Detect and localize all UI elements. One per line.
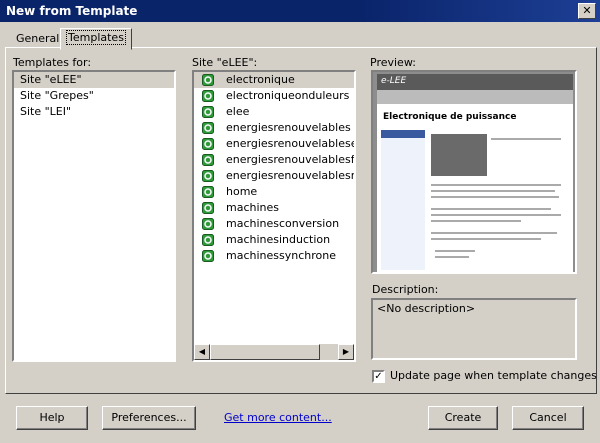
preview-header: e-LEE bbox=[377, 74, 573, 90]
scroll-left-button[interactable]: ◀ bbox=[194, 344, 210, 360]
close-button[interactable]: ✕ bbox=[578, 3, 596, 19]
description-text: <No description> bbox=[377, 302, 476, 315]
templates-for-item[interactable]: Site "eLEE" bbox=[14, 72, 174, 88]
site-template-label: machines bbox=[226, 201, 280, 214]
site-template-label: energiesrenouvelablesenje bbox=[226, 137, 354, 150]
get-more-content-link[interactable]: Get more content... bbox=[224, 411, 332, 424]
preview-text-line bbox=[435, 256, 469, 258]
site-template-label: machinesconversion bbox=[226, 217, 340, 230]
scroll-thumb[interactable] bbox=[210, 344, 320, 360]
help-button[interactable]: Help bbox=[16, 406, 88, 430]
dreamweaver-template-icon bbox=[202, 250, 214, 262]
preview-text-line bbox=[431, 208, 551, 210]
site-template-label: energiesrenouvelablesfilier bbox=[226, 153, 355, 166]
dreamweaver-template-icon bbox=[202, 202, 214, 214]
templates-for-list[interactable]: Site "eLEE" Site "Grepes" Site "LEI" bbox=[12, 70, 176, 362]
site-template-label: elee bbox=[226, 105, 250, 118]
close-icon: ✕ bbox=[582, 4, 592, 17]
checkmark-icon: ✓ bbox=[374, 371, 383, 382]
dreamweaver-template-icon bbox=[202, 106, 214, 118]
dreamweaver-template-icon bbox=[202, 90, 214, 102]
arrow-left-icon: ◀ bbox=[198, 347, 206, 356]
site-template-item[interactable]: machinesconversion bbox=[194, 216, 354, 232]
dreamweaver-template-icon bbox=[202, 138, 214, 150]
title-bar: New from Template ✕ bbox=[0, 0, 600, 22]
preview-logo: e-LEE bbox=[381, 76, 407, 86]
dreamweaver-template-icon bbox=[202, 154, 214, 166]
preview-text-line bbox=[431, 214, 561, 216]
create-button[interactable]: Create bbox=[428, 406, 498, 430]
site-template-item[interactable]: machinesinduction bbox=[194, 232, 354, 248]
preview-navbar bbox=[377, 90, 573, 104]
preview-text-line bbox=[431, 190, 555, 192]
cancel-button[interactable]: Cancel bbox=[512, 406, 584, 430]
site-template-item[interactable]: electroniqueonduleurs bbox=[194, 88, 354, 104]
site-template-item[interactable]: electronique bbox=[194, 72, 354, 88]
site-template-label: machinessynchrone bbox=[226, 249, 336, 262]
site-template-label: energiesrenouvelables bbox=[226, 121, 351, 134]
templates-for-item[interactable]: Site "Grepes" bbox=[14, 88, 174, 104]
update-page-checkbox[interactable]: ✓ bbox=[372, 370, 385, 383]
preview-label: Preview: bbox=[370, 56, 416, 69]
preview-image bbox=[431, 134, 487, 176]
site-template-item[interactable]: energiesrenouvelablesmise bbox=[194, 168, 354, 184]
site-template-item[interactable]: energiesrenouvelablesfilier bbox=[194, 152, 354, 168]
site-template-item[interactable]: home bbox=[194, 184, 354, 200]
preferences-button[interactable]: Preferences... bbox=[102, 406, 196, 430]
site-template-label: energiesrenouvelablesmise bbox=[226, 169, 354, 182]
site-template-list[interactable]: electronique electroniqueonduleurs elee ene… bbox=[192, 70, 356, 362]
window-title: New from Template bbox=[6, 4, 138, 18]
preview-text-line bbox=[431, 184, 561, 186]
site-list-label: Site "eLEE": bbox=[192, 56, 258, 69]
tab-general[interactable]: General bbox=[10, 30, 65, 48]
preview-text-line bbox=[431, 232, 557, 234]
dreamweaver-template-icon bbox=[202, 122, 214, 134]
preview-text-line bbox=[431, 220, 521, 222]
update-page-label: Update page when template changes bbox=[390, 369, 597, 382]
preview-text-line bbox=[491, 138, 561, 140]
scroll-right-button[interactable]: ▶ bbox=[338, 344, 354, 360]
description-label: Description: bbox=[372, 283, 439, 296]
preview-sidebar-header bbox=[381, 130, 425, 138]
preview-text-line bbox=[431, 238, 541, 240]
arrow-right-icon: ▶ bbox=[342, 347, 350, 356]
site-template-label: electroniqueonduleurs bbox=[226, 89, 350, 102]
site-template-label: electronique bbox=[226, 73, 295, 86]
site-template-item[interactable]: machines bbox=[194, 200, 354, 216]
tab-templates-label: Templates bbox=[66, 30, 126, 45]
site-template-label: machinesinduction bbox=[226, 233, 331, 246]
site-template-item[interactable]: machinessynchrone bbox=[194, 248, 354, 264]
description-box: <No description> bbox=[371, 298, 577, 360]
site-template-item[interactable]: elee bbox=[194, 104, 354, 120]
preview-text-line bbox=[431, 196, 559, 198]
preview-text-line bbox=[435, 250, 475, 252]
tab-templates[interactable]: Templates bbox=[60, 28, 132, 50]
site-template-item[interactable]: energiesrenouvelablesenje bbox=[194, 136, 354, 152]
dreamweaver-template-icon bbox=[202, 170, 214, 182]
dreamweaver-template-icon bbox=[202, 74, 214, 86]
templates-for-item[interactable]: Site "LEI" bbox=[14, 104, 174, 120]
template-preview: e-LEE Electronique de puissance bbox=[371, 70, 577, 274]
preview-page: Electronique de puissance bbox=[377, 104, 573, 272]
dreamweaver-template-icon bbox=[202, 218, 214, 230]
site-template-label: home bbox=[226, 185, 258, 198]
preview-sidebar bbox=[381, 130, 425, 270]
templates-for-label: Templates for: bbox=[13, 56, 92, 69]
dreamweaver-template-icon bbox=[202, 234, 214, 246]
dreamweaver-template-icon bbox=[202, 186, 214, 198]
preview-heading: Electronique de puissance bbox=[383, 112, 517, 122]
horizontal-scrollbar[interactable]: ◀ ▶ bbox=[194, 344, 354, 360]
site-template-item[interactable]: energiesrenouvelables bbox=[194, 120, 354, 136]
